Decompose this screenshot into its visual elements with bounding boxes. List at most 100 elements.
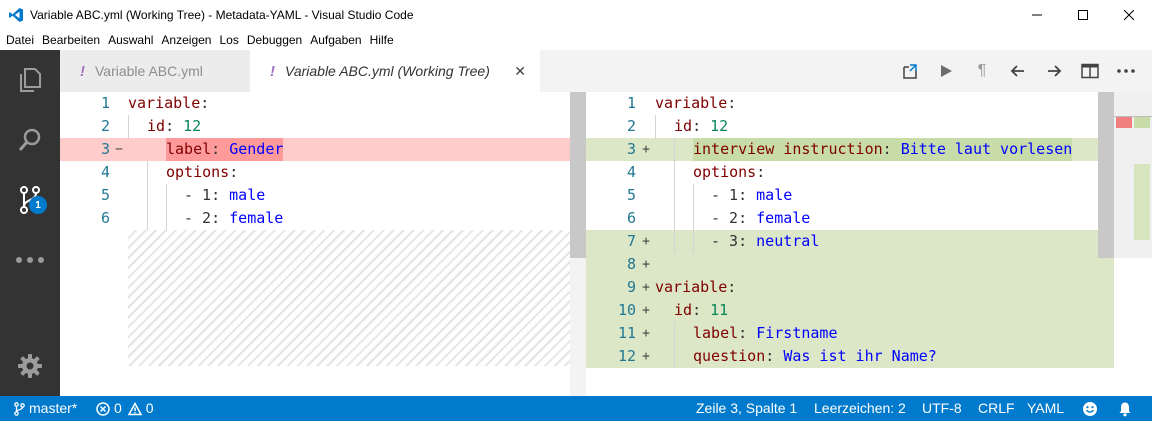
search-icon (18, 128, 41, 151)
more-actions-button[interactable] (1108, 56, 1144, 86)
tab-close-button[interactable]: ✕ (514, 63, 526, 80)
yaml-key: - 1 (711, 186, 739, 204)
menu-debuggen[interactable]: Debuggen (243, 33, 306, 47)
source-control-button[interactable]: 1 (0, 176, 60, 224)
inserted-code-text: label: Firstname (693, 324, 838, 342)
yaml-key: id (674, 117, 693, 135)
line-number: 6 (100, 209, 110, 227)
yaml-key: question (693, 347, 766, 365)
yaml-key: - 1 (184, 186, 212, 204)
code-line: 2 id: 12 (60, 115, 570, 138)
line-number: 9 (626, 278, 636, 296)
next-change-button[interactable] (1036, 56, 1072, 86)
status-bar: master* 0 0 Zeile 3, Spalte 1 Leerzeiche… (0, 396, 1152, 421)
line-number: 8 (626, 255, 636, 273)
insertion-marker: + (642, 280, 650, 295)
code-text: - 2: female (184, 209, 284, 227)
code-text: variable: (128, 94, 210, 112)
insertion-marker: + (642, 234, 650, 249)
tab-label: Variable ABC.yml (95, 63, 203, 79)
inserted-code-text: id: 11 (674, 301, 729, 319)
code-line: 6 - 2: female (60, 207, 570, 230)
menu-los[interactable]: Los (215, 33, 242, 47)
diff-overview-ruler[interactable] (1114, 92, 1152, 258)
stage-changes-button[interactable] (928, 56, 964, 86)
previous-change-button[interactable] (1000, 56, 1036, 86)
yaml-key: interview instruction (693, 140, 883, 158)
scrollbar-thumb[interactable] (1098, 92, 1114, 258)
tab-variable-abc-working-tree[interactable]: ! Variable ABC.yml (Working Tree) ✕ (250, 50, 540, 92)
line-number: 5 (100, 186, 110, 204)
line-number: 6 (626, 209, 636, 227)
diff-empty-region (128, 230, 584, 366)
search-button[interactable] (0, 116, 60, 164)
scrollbar-thumb[interactable] (570, 92, 586, 258)
arrow-left-icon (1010, 65, 1024, 77)
menu-auswahl[interactable]: Auswahl (104, 33, 157, 47)
inserted-line: 3 + interview instruction: Bitte laut vo… (586, 138, 1098, 161)
yaml-value: 12 (183, 117, 202, 135)
line-number: 12 (617, 347, 636, 365)
inserted-code-text: question: Was ist ihr Name? (693, 347, 937, 365)
feedback-button[interactable] (1082, 396, 1098, 421)
title-bar: Variable ABC.yml (Working Tree) - Metada… (0, 0, 1152, 30)
problems-indicator[interactable]: 0 0 (96, 396, 154, 421)
toggle-whitespace-button[interactable]: ¶ (964, 56, 1000, 86)
menu-hilfe[interactable]: Hilfe (366, 33, 398, 47)
code-line: 6 - 2: female (586, 207, 1098, 230)
inserted-line: 9 + variable: (586, 276, 1114, 299)
line-number: 2 (100, 117, 110, 135)
code-line: 1 variable: (60, 92, 570, 115)
branch-name: master* (29, 400, 78, 416)
overview-insertion-marker (1134, 117, 1150, 128)
menu-aufgaben[interactable]: Aufgaben (306, 33, 365, 47)
notifications-button[interactable] (1117, 396, 1133, 421)
yaml-key: label (693, 324, 739, 342)
scrollbar-track[interactable] (570, 258, 586, 396)
eol-indicator[interactable]: CRLF (978, 396, 1015, 421)
extensions-more-button[interactable] (0, 236, 60, 284)
explorer-button[interactable] (0, 56, 60, 104)
arrow-right-icon (1048, 65, 1062, 77)
tab-variable-abc[interactable]: ! Variable ABC.yml (60, 50, 250, 92)
code-line: 5 - 1: male (586, 184, 1098, 207)
indentation-indicator[interactable]: Leerzeichen: 2 (814, 396, 906, 421)
yaml-value: male (756, 186, 793, 204)
insertion-marker: + (642, 326, 650, 341)
close-window-button[interactable] (1106, 0, 1152, 30)
code-text: id: 12 (147, 117, 202, 135)
ellipsis-icon (1117, 69, 1135, 73)
error-count: 0 (114, 400, 122, 416)
code-line: 1 variable: (586, 92, 1098, 115)
menu-bearbeiten[interactable]: Bearbeiten (38, 33, 104, 47)
language-mode[interactable]: YAML (1027, 396, 1064, 421)
settings-button[interactable] (0, 342, 60, 390)
encoding-indicator[interactable]: UTF-8 (922, 396, 962, 421)
files-icon (20, 68, 41, 92)
menu-datei[interactable]: Datei (2, 33, 38, 47)
split-editor-button[interactable] (1072, 56, 1108, 86)
line-number: 2 (626, 117, 636, 135)
yaml-key: id (147, 117, 166, 135)
diff-modified-editor[interactable]: 1 variable: 2 id: 12 3 + interview instr… (586, 92, 1152, 396)
minimize-button[interactable] (1014, 0, 1060, 30)
maximize-icon (1078, 10, 1088, 20)
branch-indicator[interactable]: master* (14, 396, 77, 421)
line-number: 4 (100, 163, 110, 181)
menu-anzeigen[interactable]: Anzeigen (157, 33, 215, 47)
code-line: 4 options: (60, 161, 570, 184)
open-file-button[interactable] (892, 56, 928, 86)
code-text: - 1: male (184, 186, 266, 204)
cursor-position[interactable]: Zeile 3, Spalte 1 (696, 396, 797, 421)
line-number: 1 (100, 94, 110, 112)
yaml-key: options (166, 163, 230, 181)
yaml-key: variable (128, 94, 201, 112)
play-icon (941, 65, 952, 77)
close-icon (1124, 10, 1134, 20)
maximize-button[interactable] (1060, 0, 1106, 30)
diff-original-editor[interactable]: 1 variable: 2 id: 12 3 − label: Gender 4… (60, 92, 587, 396)
yaml-value: female (229, 209, 284, 227)
inserted-line: 8 + (586, 253, 1114, 276)
code-text: - 2: female (711, 209, 811, 227)
editor-tab-bar: ! Variable ABC.yml ! Variable ABC.yml (W… (60, 50, 1152, 92)
